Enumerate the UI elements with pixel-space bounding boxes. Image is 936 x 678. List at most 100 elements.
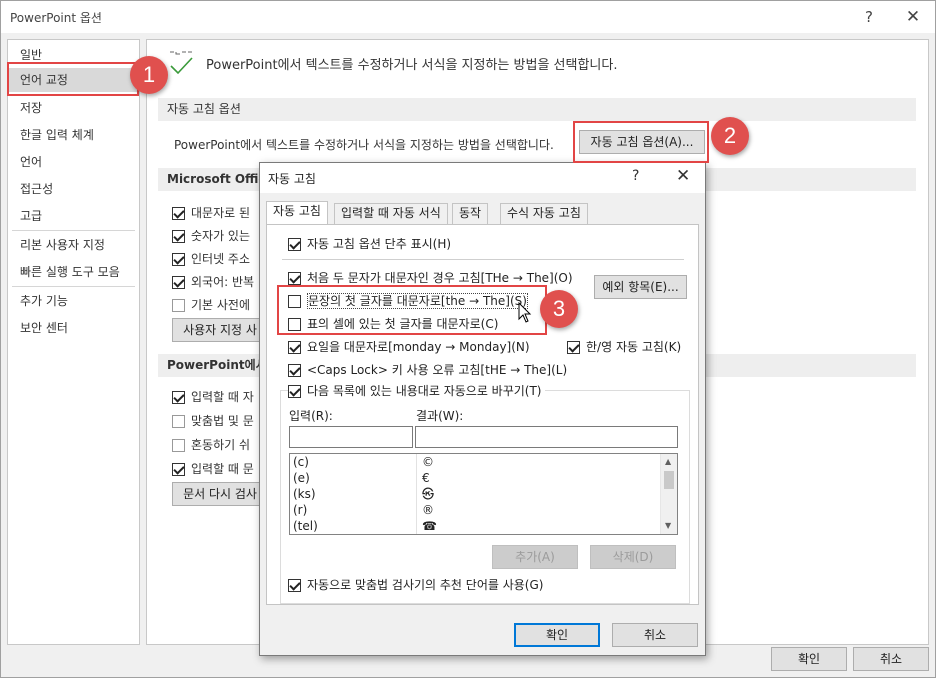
options-sidebar: 일반 언어 교정 저장 한글 입력 체계 언어 접근성 고급 리본 사용자 지정… bbox=[7, 39, 140, 645]
sidebar-item-korean-input[interactable]: 한글 입력 체계 bbox=[8, 123, 139, 147]
option-label: 자동으로 맞춤법 검사기의 추천 단어를 사용(G) bbox=[307, 578, 544, 592]
close-button[interactable]: ✕ bbox=[893, 4, 933, 30]
checkbox[interactable] bbox=[172, 230, 185, 243]
checkbox[interactable] bbox=[172, 463, 185, 476]
input-label: 입력(R): bbox=[289, 409, 333, 423]
list-item[interactable]: (ks) ㉿ bbox=[290, 486, 661, 502]
list-item[interactable]: (tel) ☎ bbox=[290, 518, 661, 534]
checkbox[interactable] bbox=[172, 299, 185, 312]
han-eng-option[interactable]: 한/영 자동 고침(K) bbox=[567, 338, 681, 356]
recheck-document-button[interactable]: 문서 다시 검사 bbox=[172, 482, 268, 506]
dialog-ok-button[interactable]: 확인 bbox=[514, 623, 600, 647]
list-input: (ks) bbox=[293, 487, 316, 501]
autocorrect-section-header: 자동 고침 옵션 bbox=[158, 98, 916, 121]
list-result: ☎ bbox=[422, 519, 437, 533]
tab-autocorrect[interactable]: 자동 고침 bbox=[266, 201, 328, 225]
dialog-divider bbox=[282, 259, 684, 260]
use-suggestions-option[interactable]: 자동으로 맞춤법 검사기의 추천 단어를 사용(G) bbox=[288, 576, 543, 594]
caps-lock-option[interactable]: <Caps Lock> 키 사용 오류 고침[tHE → The](L) bbox=[288, 361, 567, 379]
checkbox[interactable] bbox=[172, 253, 185, 266]
cancel-button[interactable]: 취소 bbox=[853, 647, 929, 671]
checkbox[interactable] bbox=[288, 364, 301, 377]
replace-list[interactable]: (c) © (e) € (ks) ㉿ (r) ® (tel) ☎ ▲ ▼ bbox=[289, 453, 678, 535]
checkbox[interactable] bbox=[172, 439, 185, 452]
column-divider bbox=[416, 454, 417, 470]
sidebar-item-accessibility[interactable]: 접근성 bbox=[8, 177, 139, 201]
replace-result-field[interactable] bbox=[415, 426, 678, 448]
ok-button[interactable]: 확인 bbox=[771, 647, 847, 671]
highlight-box-autocorrect-options bbox=[573, 121, 709, 163]
office-option[interactable]: 숫자가 있는 bbox=[172, 227, 250, 245]
checkbox[interactable] bbox=[288, 272, 301, 285]
column-divider bbox=[416, 518, 417, 534]
sidebar-item-trust-center[interactable]: 보안 센터 bbox=[8, 316, 139, 340]
sidebar-item-advanced[interactable]: 고급 bbox=[8, 204, 139, 228]
option-label: 자동 고침 옵션 단추 표시(H) bbox=[307, 237, 452, 251]
office-option[interactable]: 인터넷 주소 bbox=[172, 250, 250, 268]
sidebar-item-save[interactable]: 저장 bbox=[8, 96, 139, 120]
checkbox[interactable] bbox=[288, 579, 301, 592]
option-label: 입력할 때 문 bbox=[191, 462, 254, 476]
option-label: 혼동하기 쉬 bbox=[191, 438, 251, 452]
checkbox[interactable] bbox=[172, 391, 185, 404]
help-button[interactable]: ? bbox=[849, 4, 889, 30]
autocorrect-description: PowerPoint에서 텍스트를 수정하거나 서식을 지정하는 방법을 선택합… bbox=[174, 138, 554, 152]
add-button[interactable]: 추가(A) bbox=[492, 545, 578, 569]
sidebar-item-quick-access[interactable]: 빠른 실행 도구 모음 bbox=[8, 260, 139, 284]
checkbox[interactable] bbox=[288, 238, 301, 251]
checkbox[interactable] bbox=[172, 207, 185, 220]
callout-badge-1: 1 bbox=[130, 56, 168, 94]
option-label: 입력할 때 자 bbox=[191, 390, 254, 404]
option-label: 맞춤법 및 문 bbox=[191, 414, 254, 428]
replace-input-field[interactable] bbox=[289, 426, 413, 448]
tab-autoformat[interactable]: 입력할 때 자동 서식 bbox=[334, 203, 448, 224]
checkbox[interactable] bbox=[288, 341, 301, 354]
scroll-down-icon[interactable]: ▼ bbox=[665, 521, 671, 530]
ppt-option[interactable]: 입력할 때 문 bbox=[172, 460, 254, 478]
list-result: © bbox=[422, 455, 434, 469]
sidebar-item-language[interactable]: 언어 bbox=[8, 150, 139, 174]
exceptions-button[interactable]: 예외 항목(E)... bbox=[594, 275, 687, 299]
show-buttons-option[interactable]: 자동 고침 옵션 단추 표시(H) bbox=[288, 235, 451, 253]
dialog-help-button[interactable]: ? bbox=[632, 168, 639, 184]
ppt-option[interactable]: 입력할 때 자 bbox=[172, 388, 254, 406]
option-label: 외국어: 반복 bbox=[191, 275, 255, 289]
option-label: 요일을 대문자로[monday → Monday](N) bbox=[307, 340, 530, 354]
replace-text-option[interactable]: 다음 목록에 있는 내용대로 자동으로 바꾸기(T) bbox=[288, 382, 545, 400]
autocorrect-dialog: 자동 고침 ? ✕ 자동 고침 입력할 때 자동 서식 동작 수식 자동 고침 … bbox=[259, 162, 706, 656]
list-input: (r) bbox=[293, 503, 308, 517]
dialog-close-button[interactable]: ✕ bbox=[676, 166, 690, 186]
office-option[interactable]: 기본 사전에 bbox=[172, 296, 250, 314]
column-divider bbox=[416, 470, 417, 486]
sidebar-item-customize-ribbon[interactable]: 리본 사용자 지정 bbox=[8, 233, 139, 257]
checkbox[interactable] bbox=[567, 341, 580, 354]
checkbox[interactable] bbox=[172, 276, 185, 289]
custom-dictionaries-button[interactable]: 사용자 지정 사 bbox=[172, 318, 268, 342]
list-scrollbar[interactable]: ▲ ▼ bbox=[660, 454, 677, 534]
checkbox[interactable] bbox=[172, 415, 185, 428]
list-input: (e) bbox=[293, 471, 310, 485]
list-item[interactable]: (c) © bbox=[290, 454, 661, 470]
list-result: ㉿ bbox=[422, 487, 435, 501]
column-divider bbox=[416, 486, 417, 502]
option-label: <Caps Lock> 키 사용 오류 고침[tHE → The](L) bbox=[307, 363, 568, 377]
tab-actions[interactable]: 동작 bbox=[452, 203, 489, 224]
capitalize-days-option[interactable]: 요일을 대문자로[monday → Monday](N) bbox=[288, 338, 530, 356]
ppt-option[interactable]: 맞춤법 및 문 bbox=[172, 412, 254, 430]
option-label: 기본 사전에 bbox=[191, 298, 251, 312]
delete-button[interactable]: 삭제(D) bbox=[590, 545, 676, 569]
mouse-cursor-icon bbox=[518, 302, 532, 323]
ppt-option[interactable]: 혼동하기 쉬 bbox=[172, 436, 250, 454]
list-item[interactable]: (e) € bbox=[290, 470, 661, 486]
scroll-thumb[interactable] bbox=[664, 471, 674, 489]
tab-math-autocorrect[interactable]: 수식 자동 고침 bbox=[500, 203, 588, 224]
option-label: 처음 두 문자가 대문자인 경우 고침[THe → The](O) bbox=[307, 271, 573, 285]
office-option[interactable]: 외국어: 반복 bbox=[172, 273, 254, 291]
dialog-cancel-button[interactable]: 취소 bbox=[612, 623, 698, 647]
office-option[interactable]: 대문자로 된 bbox=[172, 204, 250, 222]
sidebar-item-add-ins[interactable]: 추가 기능 bbox=[8, 289, 139, 313]
checkbox[interactable] bbox=[288, 385, 301, 398]
option-label: 숫자가 있는 bbox=[191, 229, 251, 243]
scroll-up-icon[interactable]: ▲ bbox=[665, 457, 671, 466]
list-item[interactable]: (r) ® bbox=[290, 502, 661, 518]
